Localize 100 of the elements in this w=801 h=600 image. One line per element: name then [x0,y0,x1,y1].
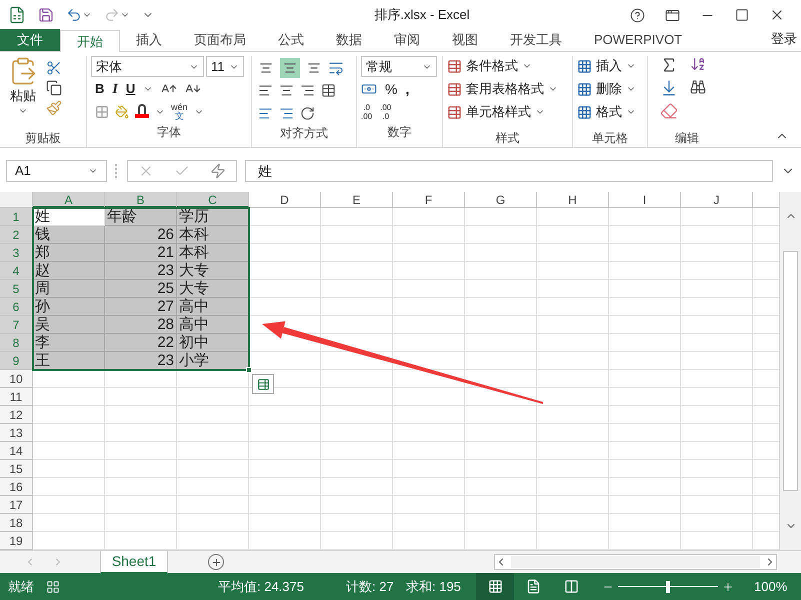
paste-button[interactable]: 粘贴 [8,56,38,129]
borders-icon[interactable] [95,105,109,119]
sort-filter-icon[interactable] [690,56,706,72]
phonetic-button[interactable]: wén 文 [171,103,188,121]
row-header[interactable]: 5 [0,280,33,298]
styles-menu-button[interactable]: 单元格样式 [447,102,568,122]
italic-button[interactable]: I [112,78,118,100]
font-name-dropdown[interactable]: 宋体 [91,56,204,77]
ribbon-tab[interactable]: 数据 [320,29,378,51]
name-box[interactable]: A1 [6,160,107,182]
ribbon-tab[interactable]: 审阅 [378,29,436,51]
clear-icon[interactable] [660,102,678,120]
row-header[interactable]: 19 [0,532,33,550]
fill-handle[interactable] [246,367,252,373]
column-header[interactable]: H [537,192,609,208]
table-cell: 赵 [33,262,105,280]
row-header[interactable]: 10 [0,370,33,388]
align-left-icon[interactable] [258,83,273,98]
row-header[interactable]: 6 [0,298,33,316]
cells-menu-button[interactable]: 格式 [577,102,643,122]
scrollbar-thumb[interactable] [511,556,760,568]
quick-analysis-button[interactable] [252,374,274,394]
column-header[interactable]: F [393,192,465,208]
horizontal-scrollbar[interactable] [494,554,777,570]
merge-cells-icon[interactable] [321,83,336,98]
zoom-in-icon[interactable] [722,580,734,592]
formula-input[interactable]: 姓 [245,160,773,182]
sheet-tab[interactable]: Sheet1 [100,550,168,574]
row-header[interactable]: 9 [0,352,33,370]
font-size-dropdown[interactable]: 11 [206,56,244,77]
copy-icon[interactable] [46,80,62,96]
row-header[interactable]: 7 [0,316,33,334]
save-icon[interactable] [38,7,54,23]
row-header[interactable]: 15 [0,460,33,478]
scrollbar-thumb[interactable] [783,251,798,491]
column-header[interactable]: A [33,192,105,208]
decimal-button[interactable]: .00 .0 [380,103,392,121]
zoom-thumb[interactable] [666,580,670,592]
column-header[interactable]: B [105,192,177,208]
underline-button[interactable]: U [126,79,136,99]
ribbon-display-icon[interactable] [665,8,680,22]
bold-button[interactable]: B [95,79,104,99]
column-header[interactable]: G [465,192,537,208]
column-header[interactable]: D [249,192,321,208]
sign-in-link[interactable]: 登录 [771,29,801,51]
decimal-button[interactable]: .0 .00 [361,103,372,121]
align-icon [259,60,273,74]
number-format-dropdown[interactable]: 常规 [361,56,437,77]
row-header[interactable]: 12 [0,406,33,424]
decrease-indent-icon[interactable] [258,106,273,120]
row-header[interactable]: 11 [0,388,33,406]
comma-button[interactable]: , [405,78,410,100]
column-header[interactable]: I [609,192,681,208]
ribbon-tab[interactable]: 开发工具 [494,29,578,51]
table-cell: 本科 [177,226,249,244]
zoom-level[interactable]: 100% [734,576,788,596]
row-header[interactable]: 8 [0,334,33,352]
styles-menu-button[interactable]: 套用表格格式 [447,79,568,99]
column-header[interactable]: C [177,192,249,208]
zoom-slider[interactable] [618,580,718,592]
increase-indent-icon[interactable] [279,106,294,120]
styles-menu-button[interactable]: 条件格式 [447,56,568,76]
ribbon-tab[interactable]: 视图 [436,29,494,51]
ribbon-tab[interactable]: 页面布局 [178,29,262,51]
vertical-align-button[interactable] [280,58,300,78]
fill-icon[interactable] [660,79,678,97]
font-color-icon[interactable] [135,104,149,120]
cells-menu-button[interactable]: 插入 [577,56,643,76]
row-header[interactable]: 18 [0,514,33,532]
ribbon-tab[interactable]: POWERPIVOT [578,29,698,51]
maximize-icon[interactable] [735,8,749,22]
align-right-icon[interactable] [300,83,315,98]
row-header[interactable]: 3 [0,244,33,262]
row-header[interactable]: 4 [0,262,33,280]
vertical-scrollbar[interactable] [779,192,801,550]
row-header[interactable]: 14 [0,442,33,460]
percent-button[interactable]: % [385,78,398,100]
fill-color-icon[interactable] [115,105,129,119]
ribbon-tab[interactable]: 公式 [262,29,320,51]
grid-icon [488,579,502,594]
align-center-icon[interactable] [279,83,294,98]
ribbon-tab[interactable]: 插入 [120,29,178,51]
row-header[interactable]: 13 [0,424,33,442]
help-icon[interactable] [630,8,645,22]
row-header[interactable]: 17 [0,496,33,514]
row-header[interactable]: 1 [0,208,33,226]
cut-icon[interactable] [46,60,62,76]
status-ready: 就绪 [7,578,35,596]
file-tab[interactable]: 文件 [0,29,60,51]
cells-menu-button[interactable]: 删除 [577,79,643,99]
find-icon[interactable] [690,79,706,95]
column-header[interactable]: E [321,192,393,208]
row-header[interactable]: 2 [0,226,33,244]
row-header[interactable]: 16 [0,478,33,496]
undo-icon[interactable] [66,7,82,23]
column-header[interactable]: J [681,192,753,208]
orientation-icon[interactable] [300,106,315,120]
view-button[interactable] [476,573,514,600]
new-sheet-button[interactable] [208,554,224,570]
ribbon-tab[interactable]: 开始 [60,30,120,52]
